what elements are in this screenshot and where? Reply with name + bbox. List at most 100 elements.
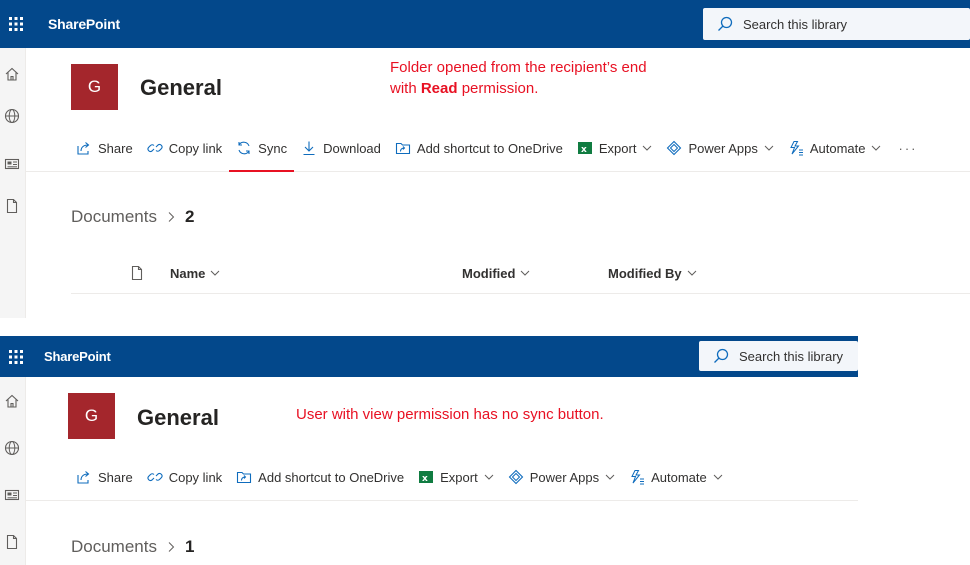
annotation-line-2: with Read permission.: [390, 78, 647, 99]
news-icon[interactable]: [4, 487, 20, 503]
power-apps-button[interactable]: Power Apps: [501, 454, 622, 500]
search-placeholder: Search this library: [739, 348, 844, 364]
add-shortcut-label: Add shortcut to OneDrive: [258, 469, 405, 485]
svg-text:x: x: [422, 474, 428, 484]
breadcrumb-documents-link[interactable]: Documents: [71, 537, 157, 557]
annotation-line-1: Folder opened from the recipient’s end: [390, 59, 647, 76]
add-shortcut-label: Add shortcut to OneDrive: [416, 140, 563, 156]
app-launcher-waffle-icon[interactable]: [0, 0, 32, 48]
power-apps-icon: [508, 469, 523, 485]
sync-icon: [238, 141, 250, 155]
annotation-text: permission.: [457, 80, 539, 97]
sharepoint-brand-link[interactable]: SharePoint: [48, 0, 120, 48]
search-placeholder: Search this library: [743, 16, 848, 32]
add-shortcut-button[interactable]: Add shortcut to OneDrive: [229, 454, 411, 500]
chevron-down-icon: [605, 474, 615, 480]
globe-icon[interactable]: [4, 440, 20, 456]
svg-text:x: x: [581, 145, 587, 155]
suite-bar: SharePoint Search this library: [0, 0, 970, 48]
document-icon[interactable]: [4, 534, 20, 550]
column-header-name[interactable]: Name: [170, 253, 220, 293]
column-header-modified-by[interactable]: Modified By: [608, 253, 697, 293]
export-label: Export: [598, 140, 637, 156]
shortcut-icon: [395, 142, 410, 155]
sharepoint-brand-link[interactable]: SharePoint: [44, 336, 111, 377]
excel-icon: x: [577, 142, 592, 155]
power-apps-icon: [667, 140, 682, 156]
link-icon: [147, 472, 163, 482]
annotation-note: User with view permission has no sync bu…: [296, 406, 604, 423]
chevron-down-icon: [521, 270, 530, 276]
column-modified-by-label: Modified By: [608, 265, 682, 281]
site-title[interactable]: General: [140, 75, 222, 101]
breadcrumb-current-folder: 2: [184, 207, 195, 226]
download-button[interactable]: Download: [294, 125, 388, 171]
export-button[interactable]: x Export: [570, 125, 660, 171]
site-title[interactable]: General: [137, 405, 219, 431]
chevron-down-icon: [764, 145, 774, 151]
chevron-down-icon: [211, 270, 220, 276]
power-apps-label: Power Apps: [529, 469, 600, 485]
annotation-note: Folder opened from the recipient’s end w…: [390, 57, 647, 99]
power-apps-button[interactable]: Power Apps: [659, 125, 780, 171]
search-input[interactable]: Search this library: [699, 341, 858, 371]
share-icon: [77, 471, 90, 484]
screenshot-read-permission: SharePoint Search this library G General…: [0, 0, 970, 318]
power-apps-label: Power Apps: [688, 140, 758, 156]
home-icon[interactable]: [4, 66, 20, 82]
automate-icon: [631, 470, 645, 485]
export-button[interactable]: x Export: [411, 454, 501, 500]
suite-bar: SharePoint Search this library: [0, 336, 858, 377]
command-bar: Share Copy link Sync Download Add shortc…: [26, 125, 970, 172]
share-label: Share: [98, 469, 133, 485]
search-icon: [718, 16, 733, 31]
chevron-down-icon: [713, 474, 723, 480]
chevron-down-icon: [643, 145, 652, 151]
news-icon[interactable]: [4, 156, 20, 172]
link-icon: [147, 143, 163, 153]
automate-label: Automate: [651, 469, 707, 485]
chevron-down-icon: [484, 474, 494, 480]
site-logo[interactable]: G: [68, 393, 115, 439]
copy-link-label: Copy link: [168, 469, 223, 485]
file-type-icon[interactable]: [129, 265, 145, 281]
document-icon[interactable]: [4, 198, 20, 214]
search-input[interactable]: Search this library: [703, 8, 970, 40]
app-bar: [0, 48, 26, 318]
share-button[interactable]: Share: [69, 125, 140, 171]
annotation-emphasis: Read: [420, 80, 458, 97]
breadcrumb-documents-link[interactable]: Documents: [71, 207, 157, 227]
chevron-right-icon: [168, 542, 175, 552]
screenshot-separator: [0, 318, 970, 336]
share-button[interactable]: Share: [69, 454, 140, 500]
chevron-down-icon: [872, 145, 881, 151]
column-header-modified[interactable]: Modified: [462, 253, 530, 293]
more-actions-button[interactable]: ···: [888, 125, 927, 171]
add-shortcut-button[interactable]: Add shortcut to OneDrive: [388, 125, 570, 171]
excel-icon: x: [419, 471, 434, 484]
sync-button[interactable]: Sync: [229, 125, 294, 172]
copy-link-button[interactable]: Copy link: [140, 454, 229, 500]
automate-button[interactable]: Automate: [622, 454, 730, 500]
sync-label: Sync: [258, 140, 288, 156]
automate-button[interactable]: Automate: [781, 125, 889, 171]
chevron-down-icon: [687, 270, 697, 276]
search-icon: [714, 348, 729, 363]
screenshot-view-permission: SharePoint Search this library G General…: [0, 336, 858, 565]
copy-link-label: Copy link: [168, 140, 223, 156]
download-label: Download: [323, 140, 381, 156]
share-label: Share: [98, 140, 133, 156]
export-label: Export: [440, 469, 478, 485]
list-header: Name Modified Modified By: [71, 253, 970, 294]
app-bar: [0, 377, 26, 565]
site-logo[interactable]: G: [71, 64, 118, 110]
copy-link-button[interactable]: Copy link: [140, 125, 229, 171]
share-icon: [77, 142, 90, 155]
app-launcher-waffle-icon[interactable]: [0, 336, 32, 377]
globe-icon[interactable]: [4, 108, 20, 124]
breadcrumb: Documents 1: [71, 537, 194, 557]
home-icon[interactable]: [4, 393, 20, 409]
breadcrumb-current-folder: 1: [184, 537, 195, 556]
command-bar: Share Copy link Add shortcut to OneDrive…: [26, 454, 858, 501]
automate-label: Automate: [809, 140, 866, 156]
